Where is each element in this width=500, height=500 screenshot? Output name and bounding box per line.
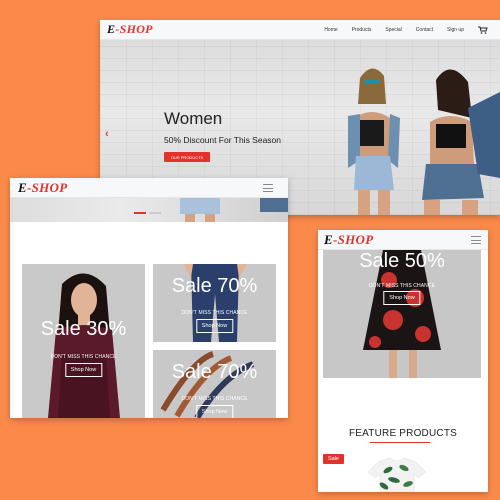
- logo[interactable]: E-SHOP: [107, 22, 153, 37]
- hero-strip-image: [180, 198, 288, 222]
- logo[interactable]: E-SHOP: [18, 180, 67, 196]
- cart-icon[interactable]: [478, 26, 488, 34]
- mobile-preview-window: E-SHOP Sale 50% DON'T MISS THIS CHANCE S…: [318, 230, 488, 492]
- tablet-preview-window: E-SHOP Sale 30% DON'T MISS THIS CHANCE S…: [10, 178, 288, 418]
- nav-contact[interactable]: Contact: [416, 27, 433, 33]
- heading-underline: [370, 442, 430, 443]
- sale-percent: Sale 70%: [171, 361, 258, 383]
- feature-products-heading: FEATURE PRODUCTS: [348, 428, 458, 439]
- model-dress-image: [48, 273, 120, 418]
- chance-text: DON'T MISS THIS CHANCE: [181, 396, 248, 402]
- sale-percent: Sale 50%: [359, 250, 445, 272]
- tablet-hero-strip: [10, 198, 288, 222]
- shop-now-button[interactable]: Shop Now: [195, 319, 234, 333]
- nav-signup[interactable]: Sign up: [447, 27, 464, 33]
- our-products-button[interactable]: OUR PRODUCTS: [164, 152, 210, 162]
- hero-subtitle: 50% Discount For This Season: [164, 135, 282, 145]
- menu-icon[interactable]: [263, 184, 273, 192]
- carousel-dot[interactable]: [149, 212, 161, 214]
- promo-tile-sale-50[interactable]: Sale 50% DON'T MISS THIS CHANCE Shop Now: [323, 250, 481, 378]
- promo-tile-sale-30[interactable]: Sale 30% DON'T MISS THIS CHANCE Shop Now: [22, 264, 145, 418]
- chevron-left-icon[interactable]: ‹: [105, 128, 109, 140]
- carousel-dot-active[interactable]: [134, 212, 146, 214]
- chance-text: DON'T MISS THIS CHANCE: [181, 310, 248, 316]
- hero-title: Women: [164, 109, 223, 128]
- promo-tile-sale-70-belts[interactable]: Sale 70% DON'T MISS THIS CHANCE Shop Now: [153, 350, 276, 418]
- nav-home[interactable]: Home: [324, 27, 337, 33]
- promo-tile-sale-70-jeans[interactable]: Sale 70% DON'T MISS THIS CHANCE Shop Now: [153, 264, 276, 342]
- mobile-navbar: E-SHOP: [318, 230, 488, 250]
- nav-special[interactable]: Special: [385, 27, 401, 33]
- shop-now-button[interactable]: Shop Now: [383, 291, 421, 305]
- chance-text: DON'T MISS THIS CHANCE: [368, 283, 436, 289]
- carousel-dots: [134, 212, 161, 214]
- tshirt-product-image[interactable]: [364, 456, 430, 492]
- shop-now-button[interactable]: Shop Now: [64, 363, 103, 377]
- logo[interactable]: E-SHOP: [324, 232, 373, 248]
- nav-links: Home Products Special Contact Sign up: [324, 20, 488, 40]
- sale-percent: Sale 30%: [40, 318, 127, 340]
- hero-models-image: [348, 68, 500, 215]
- tablet-navbar: E-SHOP: [10, 178, 288, 198]
- chance-text: DON'T MISS THIS CHANCE: [50, 354, 117, 360]
- shop-now-button[interactable]: Shop Now: [195, 405, 234, 418]
- desktop-navbar: E-SHOP Home Products Special Contact Sig…: [100, 20, 500, 40]
- menu-icon[interactable]: [471, 236, 481, 244]
- sale-badge: Sale: [323, 454, 344, 464]
- sale-percent: Sale 70%: [171, 275, 258, 297]
- nav-products[interactable]: Products: [352, 27, 372, 33]
